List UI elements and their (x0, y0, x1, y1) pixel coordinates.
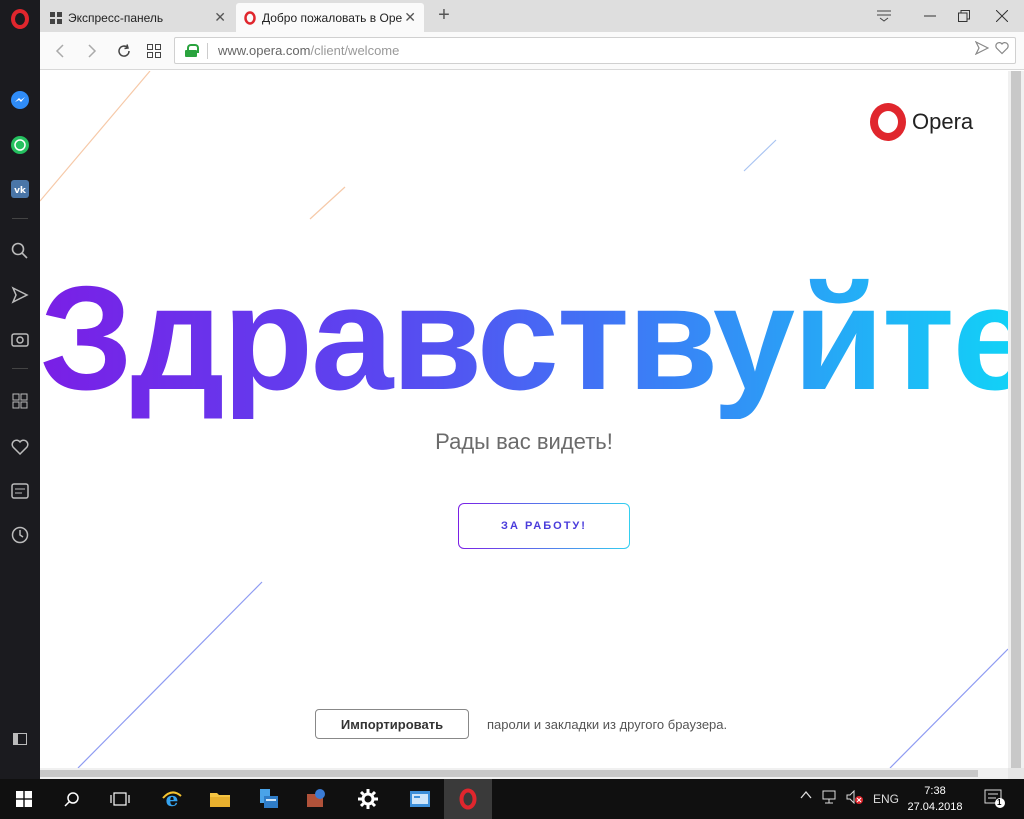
history-icon[interactable] (0, 520, 40, 550)
restore-button[interactable] (944, 4, 984, 28)
share-icon[interactable] (975, 41, 989, 55)
opera-taskbar-icon[interactable] (444, 779, 492, 819)
import-description: пароли и закладки из другого браузера. (487, 716, 728, 732)
tab-welcome[interactable]: Добро пожаловать в Opera ✕ (236, 3, 424, 32)
reload-icon[interactable] (112, 40, 136, 62)
camera-icon[interactable] (0, 324, 40, 354)
search-icon[interactable] (48, 779, 96, 819)
scroll-corner (1008, 768, 1024, 779)
chevron-up-icon[interactable] (800, 789, 812, 804)
tab-bar: Экспресс-панель ✕ Добро пожаловать в Ope… (40, 0, 1024, 32)
app-icon[interactable] (292, 779, 340, 819)
news-icon[interactable] (0, 476, 40, 506)
taskbar: e ENG 7:38 27.04.2018 1 (0, 779, 1024, 819)
svg-text:e: e (166, 788, 179, 810)
windows-start-icon[interactable] (0, 779, 48, 819)
vertical-scrollbar[interactable] (1008, 71, 1024, 768)
scroll-thumb[interactable] (1011, 71, 1021, 768)
volume-muted-icon[interactable] (846, 789, 864, 807)
tab-speed-dial[interactable]: Экспресс-панель ✕ (42, 3, 234, 32)
scroll-thumb[interactable] (40, 770, 978, 777)
opera-o-icon (870, 103, 906, 141)
whatsapp-icon[interactable] (0, 130, 40, 160)
forward-icon[interactable] (80, 40, 104, 62)
clock[interactable]: 7:38 27.04.2018 (900, 783, 970, 815)
messenger-icon[interactable] (0, 85, 40, 115)
clock-date: 27.04.2018 (907, 801, 963, 813)
vk-icon[interactable]: vk (0, 174, 40, 204)
control-panel-icon[interactable] (396, 779, 444, 819)
url-path: /client/welcome (310, 43, 400, 58)
svg-text:vk: vk (14, 186, 27, 196)
file-explorer-icon[interactable] (196, 779, 244, 819)
welcome-page: Opera Здравствуйте! Рады вас видеть! ЗА … (40, 71, 1008, 768)
lock-icon[interactable] (185, 44, 199, 57)
heart-icon[interactable] (995, 41, 1009, 55)
horizontal-scrollbar[interactable] (40, 768, 1008, 779)
close-icon[interactable]: ✕ (214, 9, 226, 26)
heart-icon[interactable] (0, 432, 40, 462)
sidebar-toggle-icon[interactable] (0, 724, 40, 754)
tiles-icon[interactable] (142, 40, 166, 62)
address-bar: www.opera.com/client/welcome (40, 32, 1024, 70)
start-button[interactable]: ЗА РАБОТУ! (458, 503, 630, 549)
tab-title: Добро пожаловать в Opera (262, 10, 402, 25)
tab-title: Экспресс-панель (68, 10, 164, 25)
settings-icon[interactable] (344, 779, 392, 819)
import-button[interactable]: Импортировать (315, 709, 469, 739)
clock-time: 7:38 (924, 785, 946, 797)
opera-menu-icon[interactable] (0, 4, 40, 34)
grid-icon (50, 11, 62, 24)
opera-icon (244, 10, 256, 25)
send-icon[interactable] (0, 280, 40, 310)
search-icon[interactable] (0, 236, 40, 266)
notifications-icon[interactable]: 1 (984, 789, 1006, 812)
task-view-icon[interactable] (96, 779, 144, 819)
network-icon[interactable] (822, 790, 838, 807)
subtitle: Рады вас видеть! (435, 429, 613, 454)
back-icon[interactable] (48, 40, 72, 62)
import-row: Импортировать пароли и закладки из друго… (315, 709, 727, 739)
sidebar: vk (0, 0, 40, 779)
close-window-button[interactable] (982, 4, 1022, 28)
opera-wordmark: Opera (912, 109, 974, 134)
url-field[interactable]: www.opera.com/client/welcome (174, 37, 1016, 64)
server-manager-icon[interactable] (244, 779, 292, 819)
headline: Здравствуйте! (40, 256, 1008, 421)
notification-count: 1 (997, 798, 1002, 807)
url-host: www.opera.com (218, 43, 311, 58)
opera-logo: Opera (870, 103, 973, 141)
close-icon[interactable]: ✕ (404, 9, 416, 26)
internet-explorer-icon[interactable]: e (148, 779, 196, 819)
tab-menu-icon[interactable] (864, 4, 904, 28)
language-indicator[interactable]: ENG (873, 792, 899, 806)
speed-dial-icon[interactable] (0, 386, 40, 416)
new-tab-button[interactable]: + (432, 4, 456, 27)
